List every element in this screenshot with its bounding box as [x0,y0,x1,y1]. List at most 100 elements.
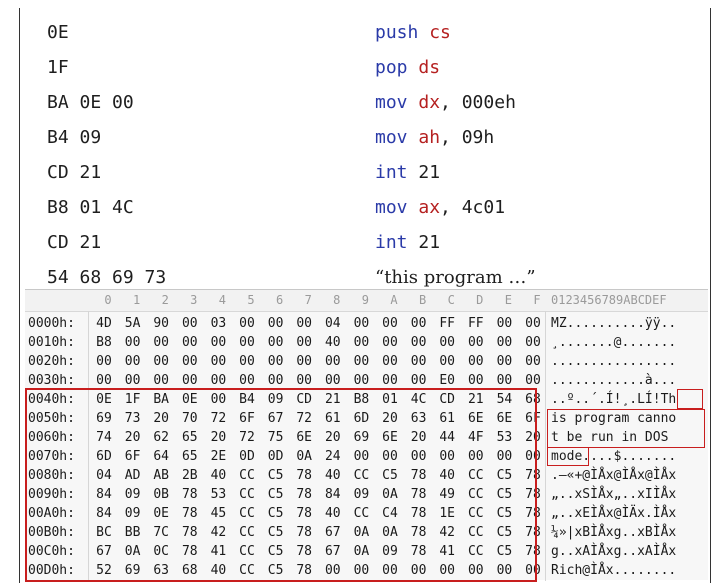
hex-byte[interactable]: 00 [207,353,229,371]
hex-byte[interactable]: 42 [436,524,458,542]
hex-byte[interactable]: 52 [93,562,115,580]
hex-byte[interactable]: 78 [293,486,315,504]
hex-byte[interactable]: 63 [150,562,172,580]
hex-byte[interactable]: 00 [436,562,458,580]
hex-byte[interactable]: 67 [322,543,344,561]
hex-byte[interactable]: 40 [322,334,344,352]
hex-byte[interactable]: 67 [322,524,344,542]
hex-byte[interactable]: 00 [379,372,401,390]
hex-byte[interactable]: 00 [408,353,430,371]
hex-byte[interactable]: 6D [93,448,115,466]
hex-byte[interactable]: 00 [408,315,430,333]
hex-byte[interactable]: CC [465,467,487,485]
hex-byte[interactable]: 4D [93,315,115,333]
hex-byte[interactable]: 0A [293,448,315,466]
hex-byte[interactable]: 65 [179,448,201,466]
hex-byte[interactable]: 00 [493,372,515,390]
hex-byte[interactable]: 00 [322,353,344,371]
hex-byte[interactable]: 78 [408,524,430,542]
hex-byte[interactable]: 00 [236,315,258,333]
hex-byte[interactable]: 00 [465,372,487,390]
hex-byte[interactable]: 03 [207,315,229,333]
hex-byte[interactable]: 01 [379,391,401,409]
hex-byte[interactable]: 00 [493,353,515,371]
hex-byte[interactable]: C5 [493,524,515,542]
hex-byte[interactable]: 00 [465,353,487,371]
hex-row-ascii[interactable]: g..xAÌÅxg..xAÌÅx [551,543,676,561]
hex-byte[interactable]: 20 [522,429,544,447]
hex-byte[interactable]: 00 [436,334,458,352]
hex-byte[interactable]: 00 [93,372,115,390]
hex-byte[interactable]: 53 [207,486,229,504]
hex-byte[interactable]: 64 [150,448,172,466]
hex-byte[interactable]: 00 [122,334,144,352]
hex-byte[interactable]: 00 [236,334,258,352]
hex-byte[interactable]: 00 [493,448,515,466]
hex-byte[interactable]: 69 [93,410,115,428]
hex-byte[interactable]: 44 [436,429,458,447]
hex-byte[interactable]: 6E [379,429,401,447]
hex-byte[interactable]: 40 [322,467,344,485]
hex-byte[interactable]: 00 [179,315,201,333]
hex-byte[interactable]: 78 [179,543,201,561]
hex-byte[interactable]: 78 [293,505,315,523]
hex-byte[interactable]: 20 [150,410,172,428]
hex-byte[interactable]: 00 [93,353,115,371]
hex-byte[interactable]: 78 [179,524,201,542]
hex-byte[interactable]: 53 [493,429,515,447]
hex-byte[interactable]: 00 [465,562,487,580]
hex-byte[interactable]: 78 [179,505,201,523]
hex-byte[interactable]: 00 [236,353,258,371]
hex-byte[interactable]: 0A [350,543,372,561]
hex-byte[interactable]: 62 [150,429,172,447]
hex-byte[interactable]: 00 [265,334,287,352]
hex-byte[interactable]: C5 [379,467,401,485]
hex-byte[interactable]: CC [350,505,372,523]
hex-byte[interactable]: AB [150,467,172,485]
hex-byte[interactable]: 78 [179,486,201,504]
hex-byte[interactable]: 00 [350,334,372,352]
hex-byte[interactable]: 6F [522,410,544,428]
hex-byte[interactable]: 40 [436,467,458,485]
hex-byte[interactable]: 70 [179,410,201,428]
hex-byte[interactable]: 00 [179,372,201,390]
hex-byte[interactable]: 00 [265,353,287,371]
hex-byte[interactable]: 04 [322,315,344,333]
hex-byte[interactable]: 00 [493,562,515,580]
hex-byte[interactable]: 00 [493,315,515,333]
hex-byte[interactable]: 90 [150,315,172,333]
hex-byte[interactable]: 0B [150,486,172,504]
hex-row-ascii[interactable]: ¸.......@....... [551,334,676,352]
hex-byte[interactable]: 00 [522,334,544,352]
hex-byte[interactable]: CC [465,543,487,561]
hex-byte[interactable]: 78 [408,505,430,523]
hex-byte[interactable]: CC [236,543,258,561]
hex-byte[interactable]: FF [436,315,458,333]
hex-byte[interactable]: 00 [150,353,172,371]
hex-byte[interactable]: C5 [265,505,287,523]
hex-byte[interactable]: 0A [350,524,372,542]
hex-byte[interactable]: CC [465,524,487,542]
hex-byte[interactable]: 78 [293,543,315,561]
hex-byte[interactable]: 0E [93,391,115,409]
hex-byte[interactable]: 78 [293,562,315,580]
hex-byte[interactable]: 00 [436,353,458,371]
hex-byte[interactable]: 0E [150,505,172,523]
hex-byte[interactable]: 72 [236,429,258,447]
hex-byte[interactable]: 75 [265,429,287,447]
hex-byte[interactable]: 00 [379,315,401,333]
hex-byte[interactable]: 21 [465,391,487,409]
hex-byte[interactable]: C5 [493,486,515,504]
hex-byte[interactable]: 67 [93,543,115,561]
hex-row-ascii[interactable]: ................ [551,353,676,371]
hex-byte[interactable]: 00 [293,315,315,333]
hex-byte[interactable]: 0C [150,543,172,561]
hex-byte[interactable]: 40 [207,467,229,485]
hex-byte[interactable]: CC [350,467,372,485]
hex-byte[interactable]: 1E [436,505,458,523]
hex-byte[interactable]: 00 [293,334,315,352]
hex-row-ascii[interactable]: .–«+@ÌÅx@ÌÅx@ÌÅx [551,467,676,485]
hex-byte[interactable]: 00 [522,562,544,580]
hex-byte[interactable]: 00 [465,448,487,466]
hex-byte[interactable]: 00 [379,334,401,352]
